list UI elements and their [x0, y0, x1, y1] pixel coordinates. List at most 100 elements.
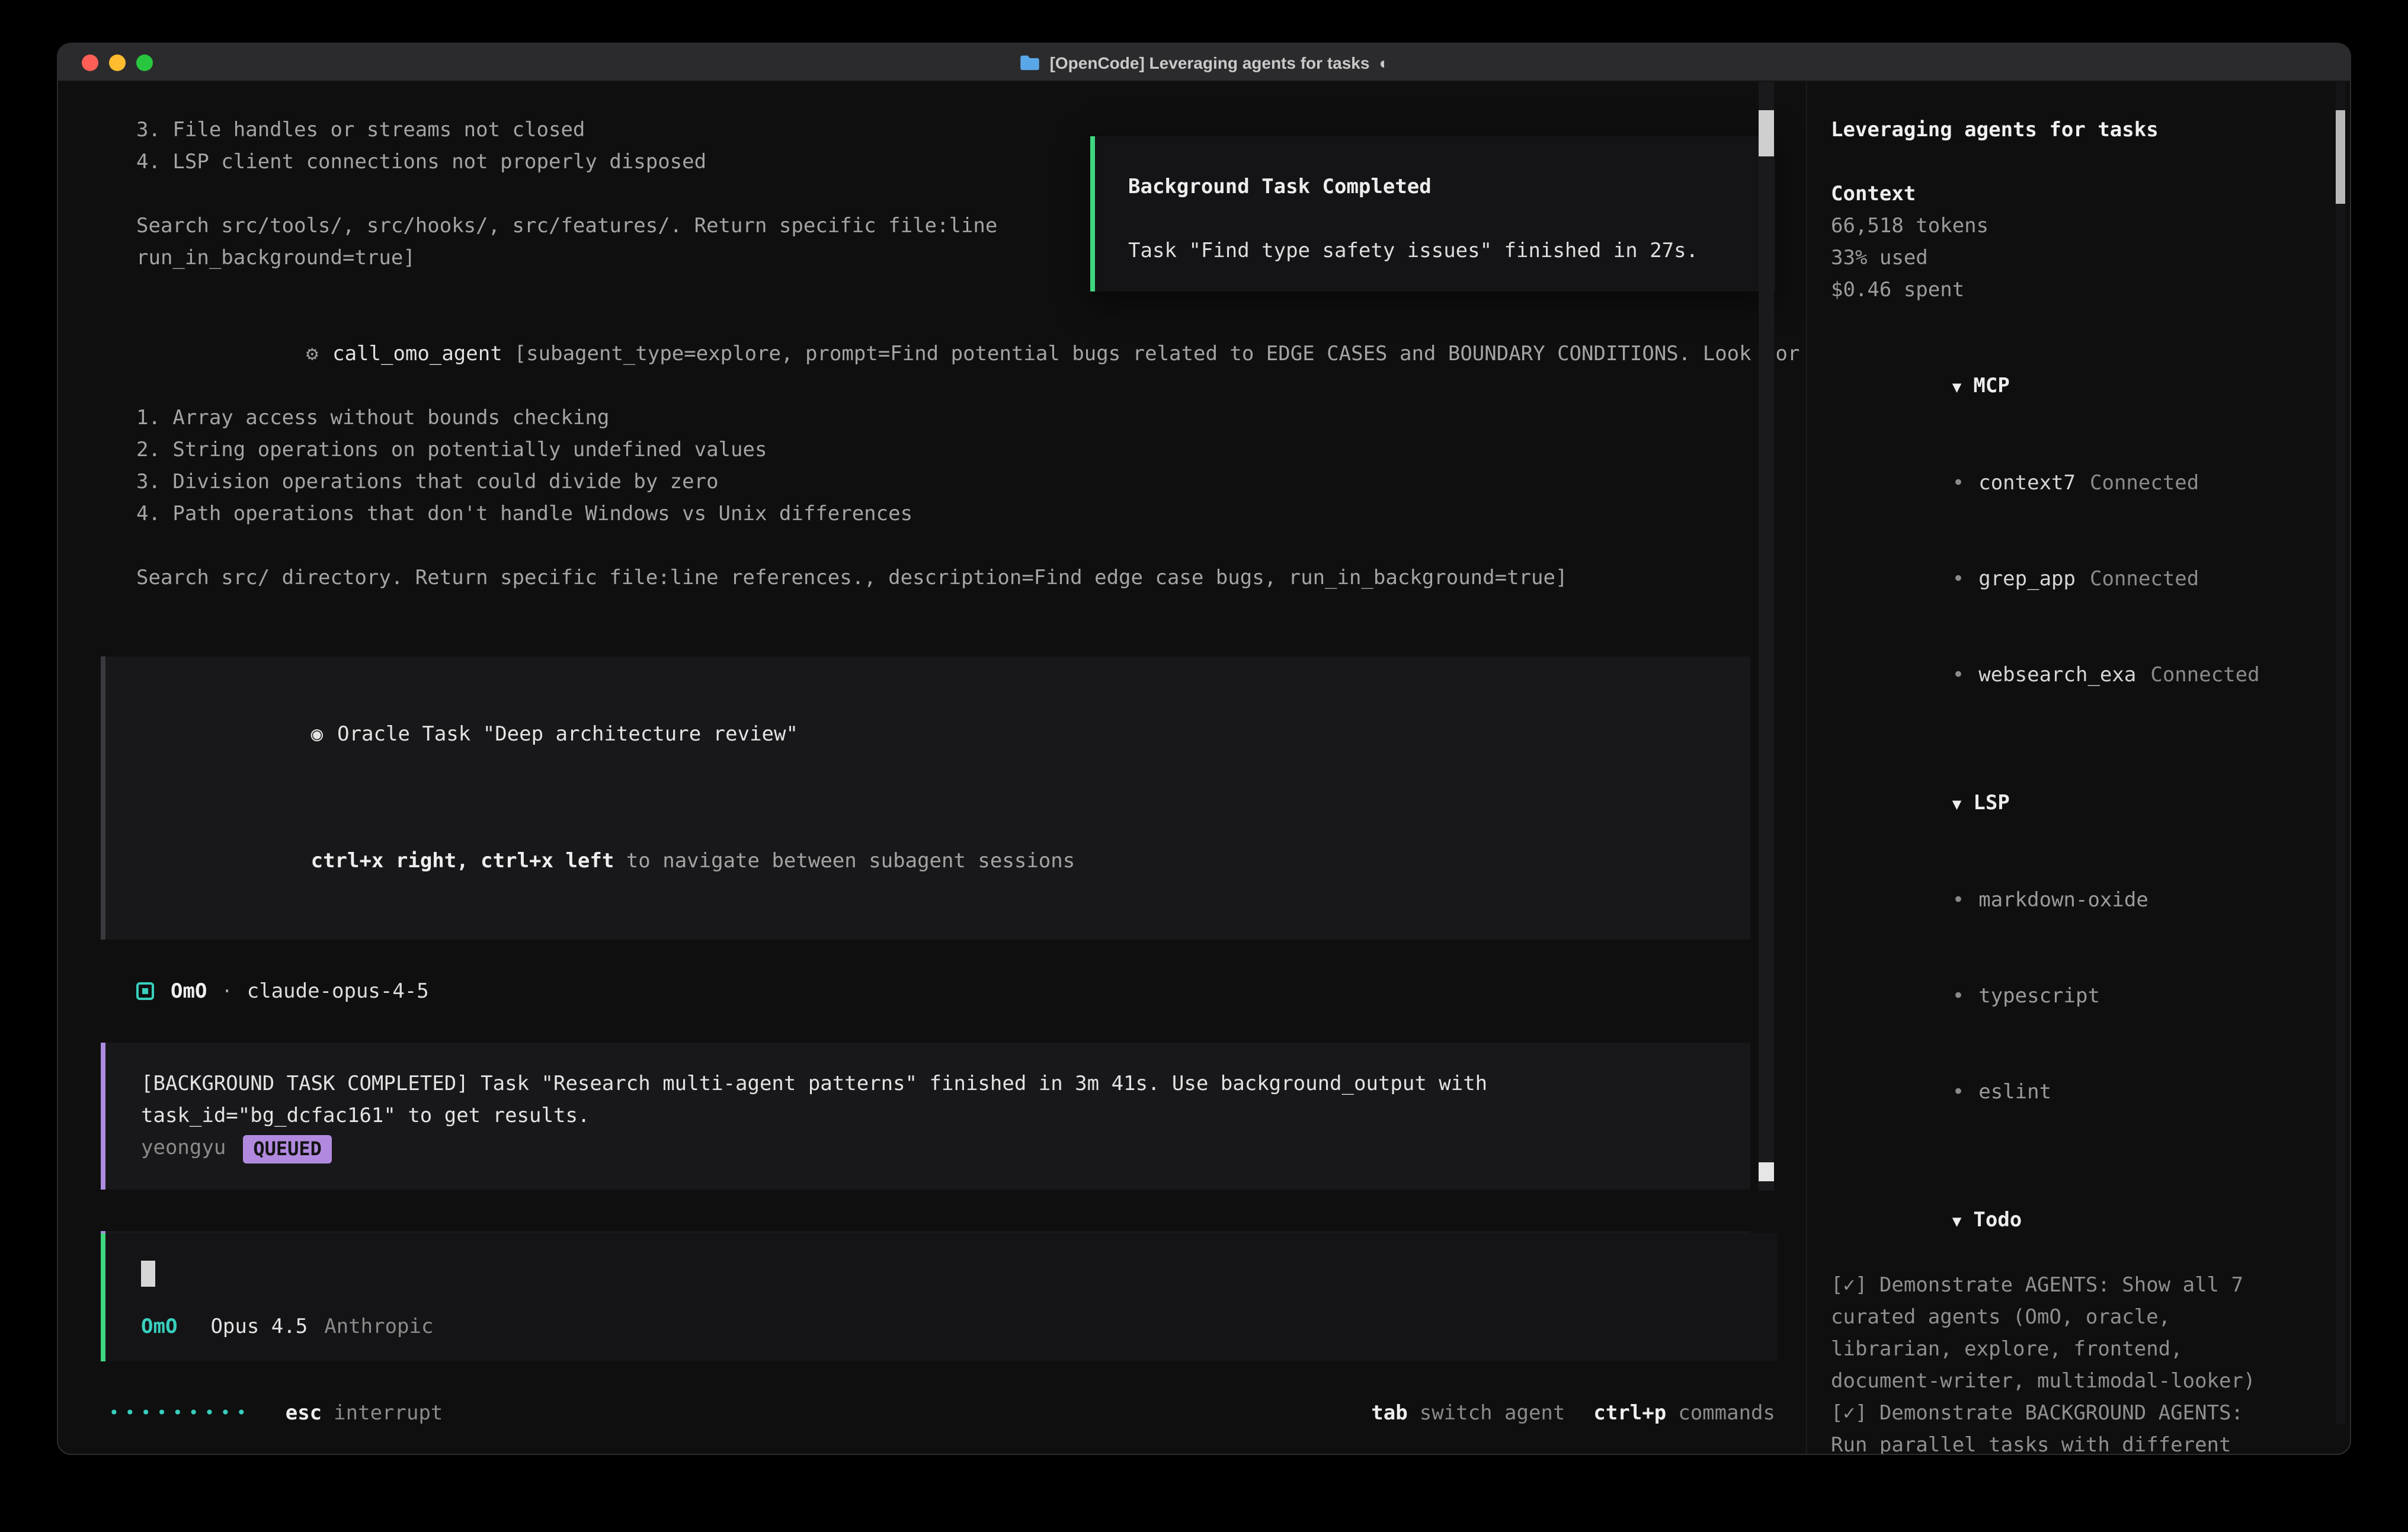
conversation-pane: 3. File handles or streams not closed 4.… — [58, 82, 1806, 1455]
agent-model: claude-opus-4-5 — [247, 979, 429, 1003]
lsp-item: •eslint — [1831, 1045, 2320, 1141]
commands-key-label: commands — [1678, 1401, 1775, 1425]
todo-line: curated agents (OmO, oracle, — [1831, 1302, 2320, 1334]
task-text-line: [BACKGROUND TASK COMPLETED] Task "Resear… — [141, 1069, 1715, 1101]
lsp-item: • typescript — [1831, 949, 2320, 1045]
lsp-item: •markdown-oxide — [1831, 853, 2320, 949]
commands-key-hint: ctrl+p — [1593, 1401, 1666, 1425]
background-task-panel: [BACKGROUND TASK COMPLETED] Task "Resear… — [101, 1043, 1750, 1190]
tool-name: call_omo_agent — [332, 342, 502, 366]
lsp-section-header[interactable]: ▼ LSP — [1831, 756, 2320, 853]
mcp-status: Connected — [2090, 472, 2199, 495]
opencode-terminal-window: [OpenCode] Leveraging agents for tasks ◐… — [57, 43, 2351, 1455]
window-controls — [82, 54, 153, 70]
record-icon: ◉ — [311, 723, 324, 746]
zoom-button[interactable] — [136, 54, 153, 70]
terminal-line: Search src/ directory. Return specific f… — [136, 563, 1735, 595]
input-model-row: OmO Opus 4.5 Anthropic — [141, 1310, 1742, 1342]
mcp-name: context7 — [1978, 472, 2076, 495]
sidebar: Leveraging agents for tasks Context 66,5… — [1806, 82, 2350, 1455]
bullet-icon: • — [1952, 664, 1965, 687]
terminal-line: 3. Division operations that could divide… — [136, 467, 1735, 499]
oracle-task-panel: ◉Oracle Task "Deep architecture review" … — [101, 656, 1750, 940]
scrollback-area: 3. File handles or streams not closed 4.… — [58, 82, 1806, 1233]
notification-toast: Background Task Completed Task "Find typ… — [1090, 136, 1775, 291]
terminal-line: 4. Path operations that don't handle Win… — [136, 499, 1735, 531]
mcp-status: Connected — [2090, 568, 2199, 591]
lsp-name: typescript — [1978, 985, 2100, 1008]
lsp-heading: LSP — [1973, 791, 2009, 815]
hint-text: to navigate between subagent sessions — [614, 850, 1075, 873]
gear-icon: ⚙ — [306, 342, 319, 366]
sidebar-scrollbar[interactable] — [2336, 82, 2345, 1424]
todo-line: [✓] Demonstrate BACKGROUND AGENTS: — [1831, 1398, 2320, 1430]
tab-key-label: switch agent — [1420, 1401, 1565, 1425]
mcp-section-header[interactable]: ▼ MCP — [1831, 339, 2320, 436]
oracle-title: Oracle Task "Deep architecture review" — [337, 723, 798, 746]
context-tokens: 66,518 tokens — [1831, 211, 2320, 243]
collapse-arrow-icon: ▼ — [1952, 796, 1962, 814]
context-heading: Context — [1831, 179, 2320, 211]
minimize-button[interactable] — [109, 54, 126, 70]
text-cursor — [141, 1260, 155, 1286]
tool-call-line: ⚙call_omo_agent[subagent_type=explore, p… — [136, 307, 1735, 403]
mcp-item: • grep_app Connected — [1831, 532, 2320, 628]
collapse-arrow-icon: ▼ — [1952, 1213, 1962, 1231]
esc-key-label: interrupt — [334, 1401, 443, 1425]
status-bar: ••••••••• esc interrupt tab switch agent… — [109, 1397, 1775, 1429]
task-meta-line: yeongyu QUEUED — [141, 1133, 1715, 1165]
tool-call-block: ⚙call_omo_agent[subagent_type=explore, p… — [136, 307, 1735, 531]
window-title: [OpenCode] Leveraging agents for tasks ◐ — [58, 44, 2350, 81]
sidebar-scrollbar-thumb[interactable] — [2336, 110, 2345, 204]
shortcut-keys: ctrl+x right, ctrl+x left — [311, 850, 614, 873]
window-title-text: [OpenCode] Leveraging agents for tasks — [1050, 53, 1370, 72]
agent-header: OmO · claude-opus-4-5 — [136, 975, 1735, 1007]
mcp-name: grep_app — [1978, 568, 2076, 591]
queued-badge: QUEUED — [242, 1134, 332, 1163]
mcp-name: websearch_exa — [1978, 664, 2136, 687]
active-provider: Anthropic — [324, 1315, 433, 1338]
terminal-line: 2. String operations on potentially unde… — [136, 435, 1735, 467]
bullet-icon: • — [1952, 568, 1965, 591]
mcp-item: • websearch_exa Connected — [1831, 628, 2320, 724]
bullet-icon: • — [1952, 472, 1965, 495]
todo-heading: Todo — [1973, 1209, 2022, 1232]
toast-title: Background Task Completed — [1128, 172, 1742, 204]
agent-square-icon — [136, 982, 154, 1000]
folder-icon — [1019, 54, 1040, 70]
task-text-line: task_id="bg_dcfac161" to get results. — [141, 1101, 1715, 1133]
bullet-icon: • — [1952, 1081, 1965, 1104]
context-used: 33% used — [1831, 243, 2320, 275]
oracle-title-line: ◉ Oracle Task "Deep architecture review" — [141, 687, 1715, 783]
scrollbar-thumb[interactable] — [1759, 1162, 1774, 1181]
separator-dot: · — [221, 980, 232, 1002]
mcp-heading: MCP — [1973, 374, 2009, 398]
window-titlebar[interactable]: [OpenCode] Leveraging agents for tasks ◐ — [58, 44, 2350, 82]
todo-item: [✓] Demonstrate BACKGROUND AGENTS: Run p… — [1831, 1398, 2320, 1455]
terminal-line: 1. Array access without bounds checking — [136, 403, 1735, 435]
prompt-input[interactable]: OmO Opus 4.5 Anthropic — [101, 1233, 1778, 1361]
session-title: Leveraging agents for tasks — [1831, 115, 2320, 147]
bullet-icon: • — [1952, 985, 1965, 1008]
main-scrollbar[interactable] — [1759, 82, 1774, 1191]
close-button[interactable] — [82, 54, 98, 70]
collapse-arrow-icon: ▼ — [1952, 379, 1962, 397]
esc-key-hint: esc — [286, 1401, 322, 1425]
todo-section-header[interactable]: ▼ Todo — [1831, 1173, 2320, 1270]
scrollbar-thumb[interactable] — [1759, 110, 1774, 156]
todo-line: document-writer, multimodal-looker) — [1831, 1366, 2320, 1398]
todo-line: [✓] Demonstrate AGENTS: Show all 7 — [1831, 1270, 2320, 1302]
oracle-hint-line: ctrl+x right, ctrl+x left to navigate be… — [141, 814, 1715, 910]
toast-body: Task "Find type safety issues" finished … — [1128, 236, 1742, 268]
tab-key-hint: tab — [1371, 1401, 1407, 1425]
spinner-dots-icon: ••••••••• — [109, 1403, 252, 1422]
mcp-status: Connected — [2150, 664, 2259, 687]
tool-args: [subagent_type=explore, prompt=Find pote… — [514, 342, 1800, 366]
context-spent: $0.46 spent — [1831, 275, 2320, 307]
busy-indicator-icon: ◐ — [1379, 53, 1389, 72]
screen: [OpenCode] Leveraging agents for tasks ◐… — [0, 0, 2408, 1532]
input-line[interactable] — [141, 1257, 1742, 1289]
scrollback-paragraph: Search src/ directory. Return specific f… — [136, 563, 1735, 595]
agent-name: OmO — [171, 979, 207, 1003]
todo-line: Run parallel tasks with different — [1831, 1430, 2320, 1455]
